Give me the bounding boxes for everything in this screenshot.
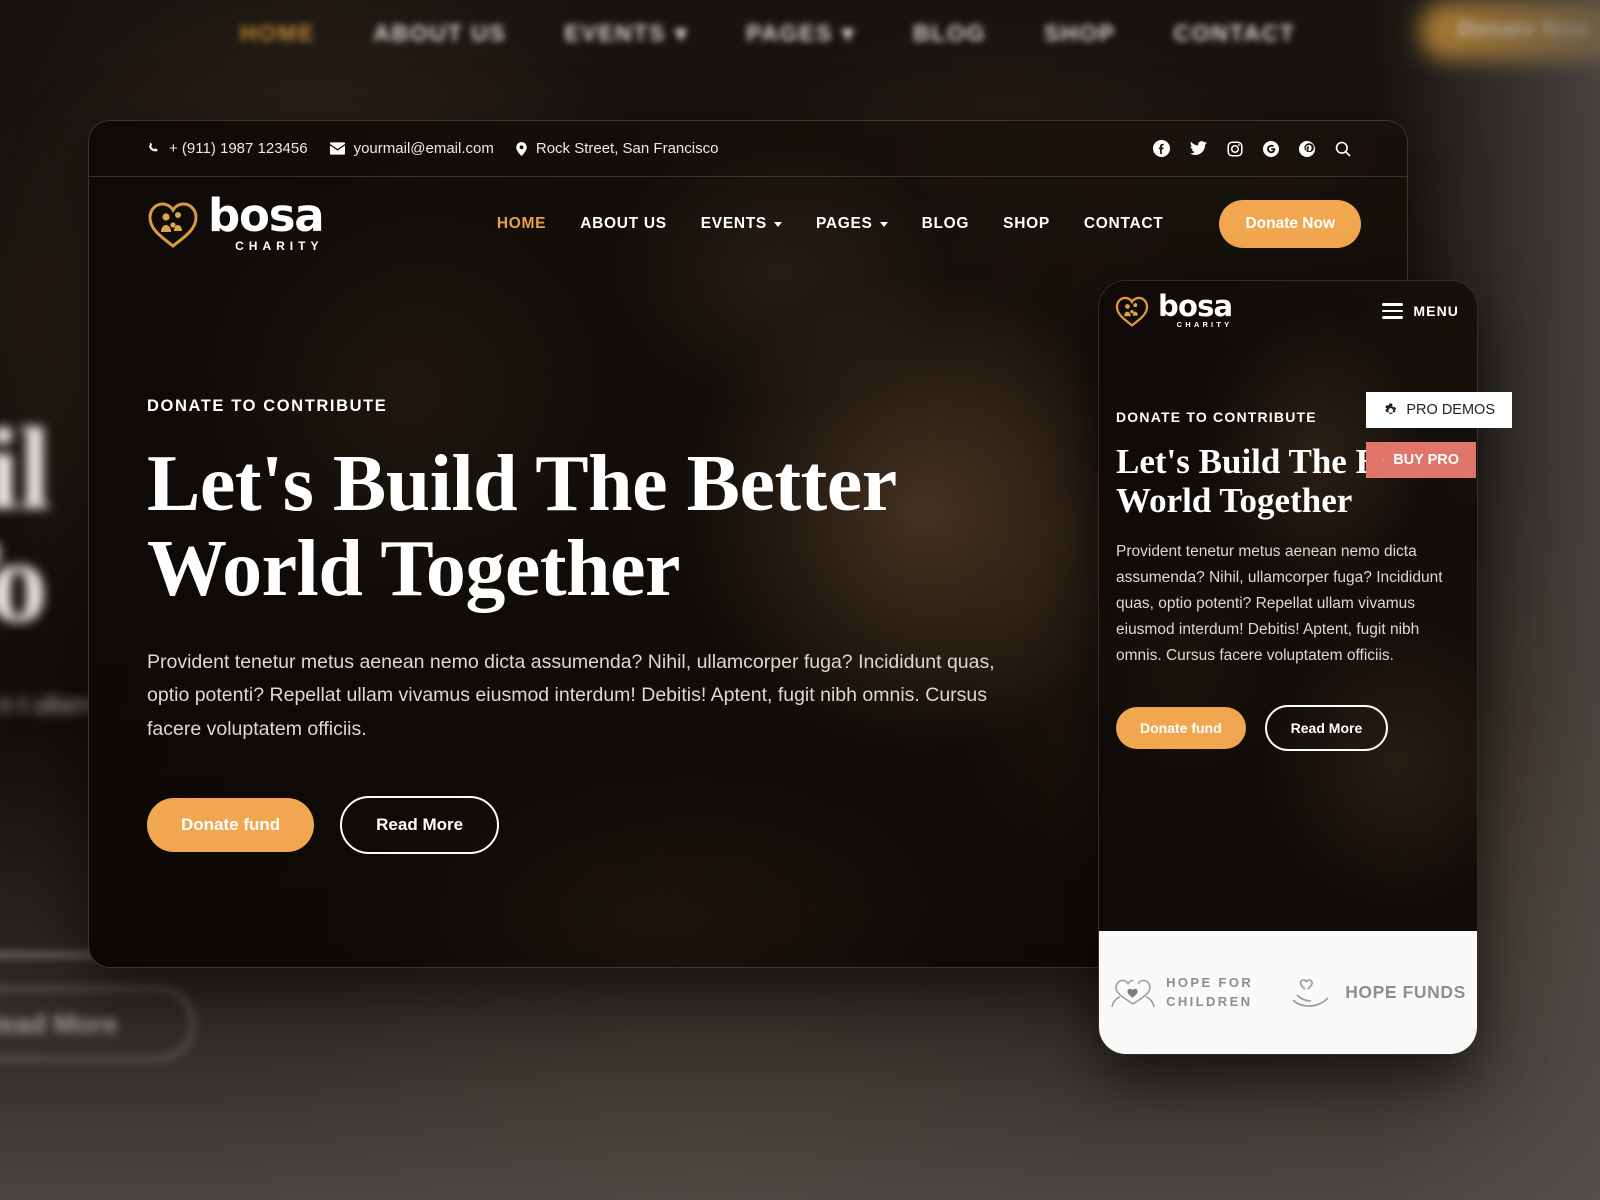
- heart-family-icon: [148, 202, 198, 248]
- contact-phone-text: + (911) 1987 123456: [169, 140, 308, 157]
- mobile-donate-fund-button[interactable]: Donate fund: [1116, 707, 1246, 750]
- logo-word: bosa: [208, 189, 325, 243]
- contact-email-text: yourmail@email.com: [353, 140, 494, 157]
- hero-cta-group: Donate fund Read More: [147, 796, 1009, 855]
- partner-hope-for-children[interactable]: HOPE FOR CHILDREN: [1110, 974, 1253, 1012]
- main-navigation: HOME ABOUT US EVENTS PAGES BLOG SHOP CON…: [497, 200, 1361, 248]
- mobile-logo-word: bosa: [1158, 289, 1233, 324]
- contact-address[interactable]: Rock Street, San Francisco: [516, 140, 719, 157]
- gear-icon: [1385, 402, 1397, 414]
- background-donate-label: Donate Now: [1457, 16, 1590, 41]
- nav-item-shop[interactable]: SHOP: [1003, 215, 1050, 233]
- buy-pro-label: BUY PRO: [1393, 452, 1459, 468]
- partner-logos-bar: HOPE FOR CHILDREN HOPE FUNDS: [1099, 931, 1477, 1054]
- mobile-logo-wordmark: bosa CHARITY: [1158, 289, 1233, 329]
- mobile-hero-cta-group: Donate fund Read More: [1116, 705, 1459, 752]
- cart-icon: [1383, 459, 1385, 461]
- pro-demos-label: PRO DEMOS: [1406, 402, 1495, 418]
- background-nav-item-about-us: ABOUT US: [373, 19, 507, 46]
- mobile-logo-tagline: CHARITY: [1176, 319, 1233, 329]
- partner-hope-funds[interactable]: HOPE FUNDS: [1291, 978, 1466, 1008]
- top-contact-bar: + (911) 1987 123456 yourmail@email.com R…: [89, 121, 1407, 177]
- chevron-down-icon: ▾: [841, 19, 856, 46]
- background-nav-item-shop: SHOP: [1043, 19, 1116, 46]
- chevron-down-icon: [879, 221, 888, 227]
- contact-info-group: + (911) 1987 123456 yourmail@email.com R…: [147, 140, 718, 157]
- background-read-more-label: Read More: [0, 1008, 119, 1039]
- pro-demos-button[interactable]: PRO DEMOS: [1366, 392, 1512, 428]
- background-read-more-button: Read More: [0, 988, 194, 1060]
- hands-heart-icon: [1111, 979, 1155, 1007]
- nav-item-pages[interactable]: PAGES: [816, 215, 888, 233]
- hero-paragraph: Provident tenetur metus aenean nemo dict…: [147, 650, 995, 740]
- nav-item-about-us[interactable]: ABOUT US: [580, 215, 667, 233]
- donate-now-button[interactable]: Donate Now: [1219, 200, 1361, 248]
- site-logo[interactable]: bosa CHARITY: [147, 189, 325, 253]
- background-nav: HOME ABOUT US EVENTS ▾ PAGES ▾ BLOG SHOP C…: [0, 0, 1600, 66]
- search-icon[interactable]: [1335, 141, 1351, 157]
- logo-tagline: CHARITY: [235, 238, 324, 253]
- partner-2-text: HOPE FUNDS: [1345, 982, 1466, 1002]
- nav-item-contact[interactable]: CONTACT: [1084, 215, 1164, 233]
- mobile-menu-button[interactable]: MENU: [1382, 303, 1459, 319]
- donate-fund-button[interactable]: Donate fund: [147, 798, 315, 853]
- contact-address-text: Rock Street, San Francisco: [535, 140, 719, 157]
- chevron-down-icon: ▾: [674, 19, 689, 46]
- nav-item-blog[interactable]: BLOG: [922, 215, 970, 233]
- heart-family-icon: [1115, 296, 1149, 327]
- contact-email[interactable]: yourmail@email.com: [329, 140, 494, 157]
- nav-item-home[interactable]: HOME: [497, 215, 546, 233]
- logo-wordmark: bosa CHARITY: [208, 189, 325, 253]
- background-nav-item-events: EVENTS ▾: [564, 19, 689, 46]
- google-icon[interactable]: [1263, 140, 1279, 157]
- location-pin-icon: [516, 141, 527, 156]
- social-links-group: [1153, 140, 1351, 157]
- nav-item-events[interactable]: EVENTS: [701, 215, 782, 233]
- mobile-read-more-button[interactable]: Read More: [1264, 705, 1389, 752]
- background-nav-item-pages: PAGES ▾: [746, 19, 856, 46]
- hero-eyebrow: DONATE TO CONTRIBUTE: [147, 397, 388, 415]
- partner-1-line2: CHILDREN: [1166, 993, 1253, 1009]
- background-nav-item-contact: CONTACT: [1173, 19, 1296, 46]
- hamburger-icon: [1382, 303, 1404, 319]
- instagram-icon[interactable]: [1227, 140, 1243, 157]
- contact-phone[interactable]: + (911) 1987 123456: [147, 140, 308, 157]
- chevron-down-icon: [773, 221, 782, 227]
- phone-icon: [148, 142, 158, 152]
- mobile-header: bosa CHARITY MENU: [1099, 281, 1477, 341]
- facebook-icon[interactable]: [1153, 140, 1170, 157]
- background-nav-item-blog: BLOG: [913, 19, 986, 46]
- pinterest-icon[interactable]: [1299, 140, 1315, 157]
- mobile-site-logo[interactable]: bosa CHARITY: [1115, 289, 1233, 329]
- pro-badges-group: PRO DEMOS BUY PRO: [1366, 392, 1512, 478]
- site-header: bosa CHARITY HOME ABOUT US EVENTS PAGES …: [89, 177, 1407, 271]
- background-nav-item-home: HOME: [240, 19, 316, 46]
- partner-1-text: HOPE FOR CHILDREN: [1166, 974, 1253, 1012]
- envelope-icon: [329, 142, 345, 155]
- hero-section: DONATE TO CONTRIBUTE Let's Build The Bet…: [89, 271, 1009, 855]
- read-more-button[interactable]: Read More: [340, 796, 500, 855]
- twitter-icon[interactable]: [1190, 141, 1207, 156]
- hand-heart-icon: [1292, 978, 1329, 1007]
- mobile-menu-label: MENU: [1413, 303, 1459, 319]
- buy-pro-button[interactable]: BUY PRO: [1366, 442, 1476, 478]
- partner-1-line1: HOPE FOR: [1166, 974, 1254, 990]
- mobile-hero-paragraph: Provident tenetur metus aenean nemo dict…: [1116, 543, 1443, 665]
- hero-title: Let's Build The Better World Together: [147, 440, 896, 613]
